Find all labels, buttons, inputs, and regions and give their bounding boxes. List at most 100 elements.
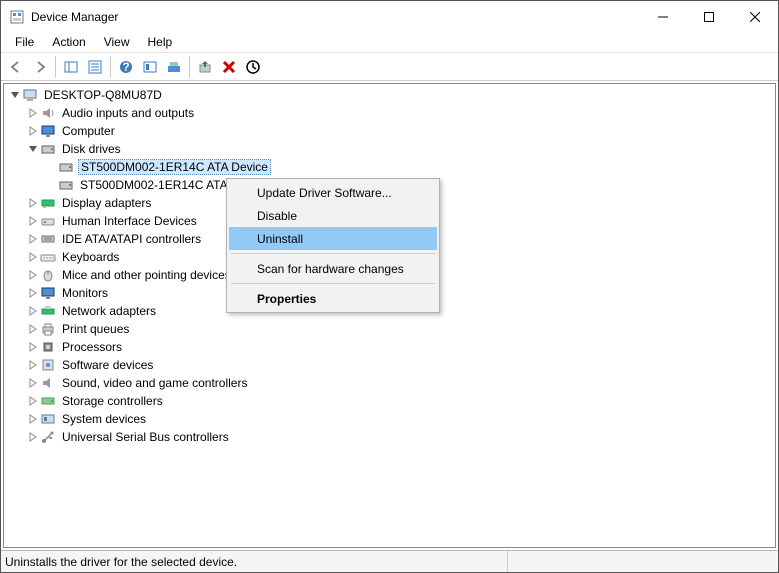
expand-icon[interactable] xyxy=(26,376,40,390)
tree-item-softdev[interactable]: Software devices xyxy=(8,356,775,374)
keyboard-icon xyxy=(40,249,56,265)
expand-icon[interactable] xyxy=(26,394,40,408)
titlebar: Device Manager xyxy=(1,1,778,32)
system-icon xyxy=(40,411,56,427)
software-icon xyxy=(40,357,56,373)
tree-item-audio[interactable]: Audio inputs and outputs xyxy=(8,104,775,122)
monitor-icon xyxy=(40,123,56,139)
expand-icon[interactable] xyxy=(26,106,40,120)
printer-icon xyxy=(40,321,56,337)
tree-label: Software devices xyxy=(60,358,155,372)
close-button[interactable] xyxy=(732,1,778,32)
device-tree-area: DESKTOP-Q8MU87D Audio inputs and outputs… xyxy=(3,83,776,548)
tree-item-system[interactable]: System devices xyxy=(8,410,775,428)
context-menu: Update Driver Software... Disable Uninst… xyxy=(226,178,440,313)
tree-label: Disk drives xyxy=(60,142,123,156)
expand-icon[interactable] xyxy=(26,322,40,336)
ctx-disable[interactable]: Disable xyxy=(229,204,437,227)
mouse-icon xyxy=(40,267,56,283)
maximize-button[interactable] xyxy=(686,1,732,32)
expand-icon[interactable] xyxy=(26,358,40,372)
menu-action[interactable]: Action xyxy=(44,33,93,51)
menubar: File Action View Help xyxy=(1,32,778,53)
tree-item-processors[interactable]: Processors xyxy=(8,338,775,356)
display-adapter-icon xyxy=(40,195,56,211)
menu-help[interactable]: Help xyxy=(140,33,181,51)
expand-icon[interactable] xyxy=(8,88,22,102)
expand-icon[interactable] xyxy=(26,214,40,228)
ctx-scan-hardware[interactable]: Scan for hardware changes xyxy=(229,257,437,280)
disable-button[interactable] xyxy=(241,55,265,79)
scan-hardware-button[interactable] xyxy=(162,55,186,79)
back-button[interactable] xyxy=(4,55,28,79)
usb-icon xyxy=(40,429,56,445)
disk-icon xyxy=(40,141,56,157)
ide-icon xyxy=(40,231,56,247)
cpu-icon xyxy=(40,339,56,355)
tree-item-usb[interactable]: Universal Serial Bus controllers xyxy=(8,428,775,446)
tree-label: ST500DM002-1ER14C ATA Device xyxy=(78,159,271,175)
minimize-button[interactable] xyxy=(640,1,686,32)
expand-icon[interactable] xyxy=(26,232,40,246)
ctx-separator xyxy=(231,283,435,284)
tree-label: IDE ATA/ATAPI controllers xyxy=(60,232,203,246)
disk-icon xyxy=(58,159,74,175)
tree-item-diskdrives[interactable]: Disk drives xyxy=(8,140,775,158)
uninstall-button[interactable] xyxy=(217,55,241,79)
device-manager-window: Device Manager File Action View Help xyxy=(0,0,779,573)
ctx-properties[interactable]: Properties xyxy=(229,287,437,310)
tree-label: Mice and other pointing devices xyxy=(60,268,233,282)
menu-view[interactable]: View xyxy=(96,33,138,51)
svg-text:?: ? xyxy=(122,60,129,74)
tree-item-computer[interactable]: Computer xyxy=(8,122,775,140)
window-title: Device Manager xyxy=(31,10,118,24)
storage-icon xyxy=(40,393,56,409)
computer-icon xyxy=(22,87,38,103)
statusbar-text: Uninstalls the driver for the selected d… xyxy=(5,555,237,569)
tree-root[interactable]: DESKTOP-Q8MU87D xyxy=(8,86,775,104)
expand-icon[interactable] xyxy=(26,268,40,282)
tree-item-disk0[interactable]: ST500DM002-1ER14C ATA Device xyxy=(8,158,775,176)
app-icon xyxy=(9,9,25,25)
expand-icon[interactable] xyxy=(26,412,40,426)
tree-label: Processors xyxy=(60,340,124,354)
ctx-update-driver[interactable]: Update Driver Software... xyxy=(229,181,437,204)
tree-item-sound[interactable]: Sound, video and game controllers xyxy=(8,374,775,392)
tree-label: Display adapters xyxy=(60,196,153,210)
hid-icon xyxy=(40,213,56,229)
statusbar: Uninstalls the driver for the selected d… xyxy=(1,550,778,572)
speaker-icon xyxy=(40,375,56,391)
tree-item-print[interactable]: Print queues xyxy=(8,320,775,338)
tree-label: Network adapters xyxy=(60,304,158,318)
help-button[interactable]: ? xyxy=(114,55,138,79)
tree-label: System devices xyxy=(60,412,148,426)
collapse-icon[interactable] xyxy=(26,142,40,156)
show-hide-tree-button[interactable] xyxy=(59,55,83,79)
expand-icon[interactable] xyxy=(26,430,40,444)
expand-icon[interactable] xyxy=(26,304,40,318)
tree-item-storage[interactable]: Storage controllers xyxy=(8,392,775,410)
expand-icon[interactable] xyxy=(26,124,40,138)
network-icon xyxy=(40,303,56,319)
expand-icon[interactable] xyxy=(26,250,40,264)
tree-label: Sound, video and game controllers xyxy=(60,376,249,390)
expand-icon[interactable] xyxy=(26,286,40,300)
tree-label: Print queues xyxy=(60,322,131,336)
menu-file[interactable]: File xyxy=(7,33,42,51)
ctx-uninstall[interactable]: Uninstall xyxy=(229,227,437,250)
update-driver-button[interactable] xyxy=(193,55,217,79)
tree-label: Keyboards xyxy=(60,250,121,264)
tree-label: Storage controllers xyxy=(60,394,165,408)
monitor-icon xyxy=(40,285,56,301)
toolbar-separator xyxy=(110,56,111,78)
toolbar-separator xyxy=(55,56,56,78)
tree-label: Human Interface Devices xyxy=(60,214,199,228)
toolbar: ? xyxy=(1,53,778,81)
action-button[interactable] xyxy=(138,55,162,79)
tree-label: DESKTOP-Q8MU87D xyxy=(42,88,164,102)
forward-button[interactable] xyxy=(28,55,52,79)
expand-icon[interactable] xyxy=(26,196,40,210)
tree-label: Monitors xyxy=(60,286,110,300)
properties-button[interactable] xyxy=(83,55,107,79)
expand-icon[interactable] xyxy=(26,340,40,354)
